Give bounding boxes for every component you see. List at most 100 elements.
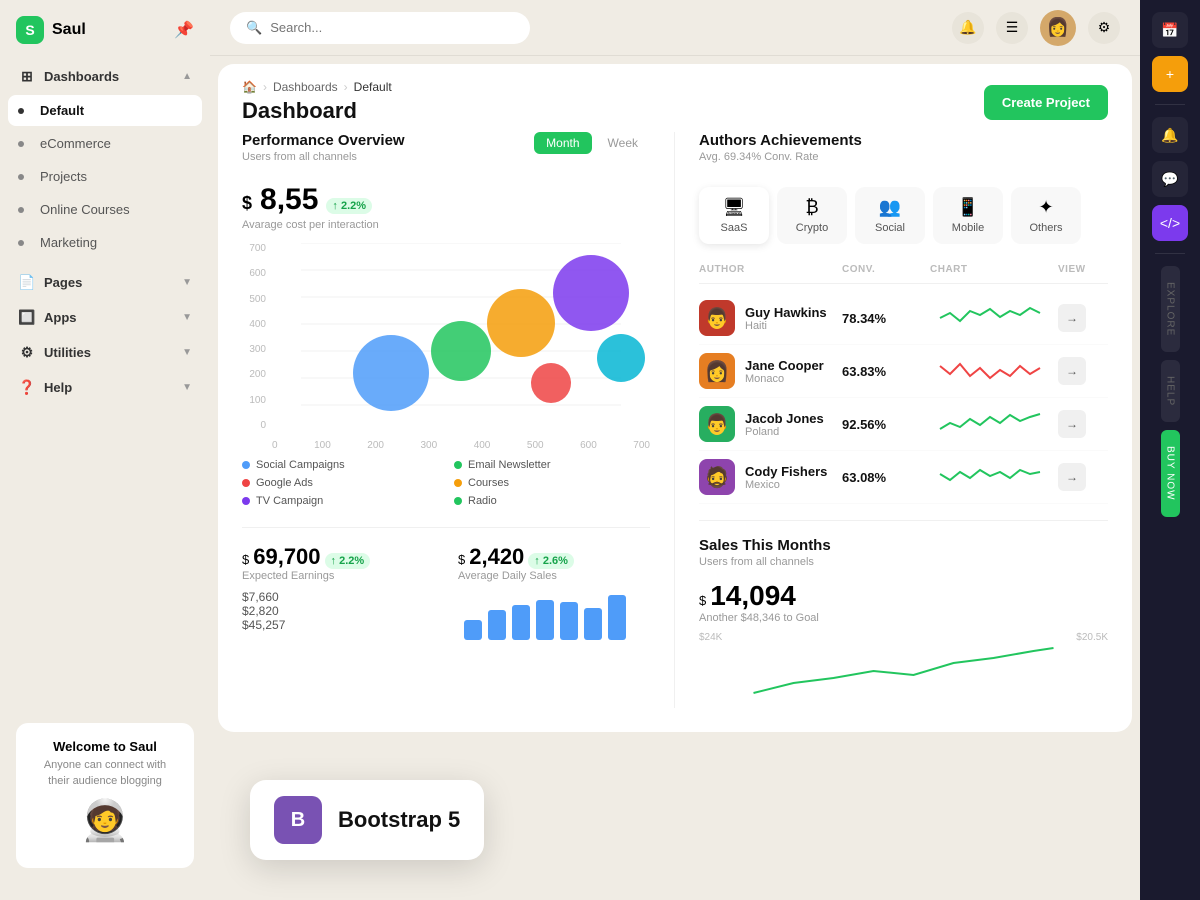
sidebar-item-online-courses[interactable]: Online Courses: [8, 194, 202, 225]
rp-message-button[interactable]: 💬: [1152, 161, 1188, 197]
cat-tab-mobile[interactable]: 📱 Mobile: [933, 187, 1003, 244]
cat-tab-saas[interactable]: 🖥 SaaS: [699, 187, 769, 244]
author-row-3: 🧔 Cody Fishers Mexico 63.08% →: [699, 451, 1108, 504]
metric-label: Avarage cost per interaction: [242, 219, 650, 231]
conv-rate-2: 92.56%: [842, 417, 922, 432]
settings-button[interactable]: ⚙: [1088, 12, 1120, 44]
view-btn-1[interactable]: →: [1058, 357, 1086, 385]
app-logo: S Saul: [16, 16, 86, 44]
col-conv: CONV.: [842, 264, 922, 275]
view-btn-0[interactable]: →: [1058, 304, 1086, 332]
rp-explore-section[interactable]: Explore: [1161, 266, 1180, 352]
saas-icon: 🖥: [723, 197, 746, 218]
buy-label: Buy now: [1165, 438, 1176, 509]
social-campaigns-dot: [242, 461, 250, 469]
col-view: VIEW: [1058, 264, 1108, 275]
author-name-1: Jane Cooper: [745, 358, 824, 373]
help-icon: ❓: [18, 379, 36, 396]
rp-buy-section[interactable]: Buy now: [1161, 430, 1180, 517]
sales-subtitle: Users from all channels: [699, 556, 1108, 568]
rp-notification-button[interactable]: 🔔: [1152, 117, 1188, 153]
apps-chevron: ▼: [182, 312, 192, 323]
author-country-2: Poland: [745, 426, 824, 438]
cat-tab-crypto[interactable]: ₿ Crypto: [777, 187, 847, 244]
active-dot: [18, 108, 24, 114]
utilities-chevron: ▼: [182, 347, 192, 358]
sidebar-dashboards-label: Dashboards: [44, 69, 119, 84]
avatar-guy: 👨: [699, 300, 735, 336]
sales-y-labels: $24K $20.5K: [699, 632, 1108, 643]
rp-help-section[interactable]: Help: [1161, 360, 1180, 422]
legend-google-ads: Google Ads: [242, 477, 438, 489]
projects-dot: [18, 174, 24, 180]
breadcrumb-home[interactable]: 🏠: [242, 80, 257, 94]
sidebar-item-projects[interactable]: Projects: [8, 161, 202, 192]
avatar-cody: 🧔: [699, 459, 735, 495]
search-box[interactable]: 🔍: [230, 12, 530, 44]
user-avatar[interactable]: 👩: [1040, 10, 1076, 46]
bubble-chart: [272, 243, 650, 433]
daily-sales-stat: $ 2,420 ↑ 2.6% Average Daily Sales: [458, 544, 650, 645]
sidebar-item-utilities[interactable]: ⚙ Utilities ▼: [8, 336, 202, 369]
right-panel: 📅 + 🔔 💬 </> Explore Help Buy now: [1140, 0, 1200, 900]
sales-value: 14,094: [710, 580, 796, 612]
search-input[interactable]: [270, 20, 514, 35]
create-project-button[interactable]: Create Project: [984, 85, 1108, 120]
marketing-dot: [18, 240, 24, 246]
legend-social-campaigns-label: Social Campaigns: [256, 459, 345, 471]
performance-section: Performance Overview Users from all chan…: [242, 132, 675, 708]
sidebar-nav: ⊞ Dashboards ▲ Default eCommerce Project…: [0, 60, 210, 707]
crypto-label: Crypto: [796, 222, 828, 234]
topbar: 🔍 🔔 ☰ 👩 ⚙: [210, 0, 1140, 56]
mini-chart-1: [930, 356, 1050, 386]
bar-chart: [458, 590, 650, 645]
sidebar-item-help[interactable]: ❓ Help ▼: [8, 371, 202, 404]
sales-title: Sales This Months: [699, 537, 1108, 554]
sales-section: Sales This Months Users from all channel…: [699, 520, 1108, 708]
week-tab[interactable]: Week: [596, 132, 650, 154]
welcome-title: Welcome to Saul: [32, 739, 178, 754]
sidebar-item-apps[interactable]: 🔲 Apps ▼: [8, 301, 202, 334]
x-axis: 0100200300400500600700: [272, 438, 650, 451]
earnings-dollar: $: [242, 552, 249, 567]
pin-icon[interactable]: 📌: [174, 20, 194, 40]
content-panel: 🏠 › Dashboards › Default Dashboard Creat…: [218, 64, 1132, 732]
rp-divider-1: [1155, 104, 1185, 105]
sales-goal: Another $48,346 to Goal: [699, 612, 1108, 624]
author-info-0: 👨 Guy Hawkins Haiti: [699, 300, 834, 336]
author-info-3: 🧔 Cody Fishers Mexico: [699, 459, 834, 495]
rp-calendar-button[interactable]: 📅: [1152, 12, 1188, 48]
menu-button[interactable]: ☰: [996, 12, 1028, 44]
breadcrumb-dashboards[interactable]: Dashboards: [273, 80, 338, 94]
sidebar-projects-label: Projects: [40, 169, 87, 184]
y-axis: 7006005004003002001000: [242, 243, 272, 451]
main-area: 🔍 🔔 ☰ 👩 ⚙ 🏠 › Dashboards › Default: [210, 0, 1140, 900]
legend-courses: Courses: [454, 477, 650, 489]
legend-tv-campaign-label: TV Campaign: [256, 495, 323, 507]
help-chevron: ▼: [182, 382, 192, 393]
view-btn-2[interactable]: →: [1058, 410, 1086, 438]
sidebar-item-dashboards[interactable]: ⊞ Dashboards ▲: [8, 60, 202, 93]
rp-code-button[interactable]: </>: [1152, 205, 1188, 241]
sidebar-item-marketing[interactable]: Marketing: [8, 227, 202, 258]
author-row-2: 👨 Jacob Jones Poland 92.56% →: [699, 398, 1108, 451]
sidebar-item-ecommerce[interactable]: eCommerce: [8, 128, 202, 159]
month-tab[interactable]: Month: [534, 132, 591, 154]
view-btn-3[interactable]: →: [1058, 463, 1086, 491]
metric-value: 8,55: [260, 183, 318, 217]
cat-tab-social[interactable]: 👥 Social: [855, 187, 925, 244]
category-tabs: 🖥 SaaS ₿ Crypto 👥 Social 📱: [699, 187, 1108, 244]
welcome-card: Welcome to Saul Anyone can connect with …: [16, 723, 194, 868]
sidebar-item-default[interactable]: Default: [8, 95, 202, 126]
mini-chart-3: [930, 462, 1050, 492]
rp-add-button[interactable]: +: [1152, 56, 1188, 92]
author-name-2: Jacob Jones: [745, 411, 824, 426]
col-chart: CHART: [930, 264, 1050, 275]
social-label: Social: [875, 222, 905, 234]
cat-tab-others[interactable]: ✦ Others: [1011, 187, 1081, 244]
metric-dollar: $: [242, 193, 252, 214]
notifications-button[interactable]: 🔔: [952, 12, 984, 44]
sidebar-item-pages[interactable]: 📄 Pages ▼: [8, 266, 202, 299]
courses-dot: [454, 479, 462, 487]
author-row-1: 👩 Jane Cooper Monaco 63.83% →: [699, 345, 1108, 398]
